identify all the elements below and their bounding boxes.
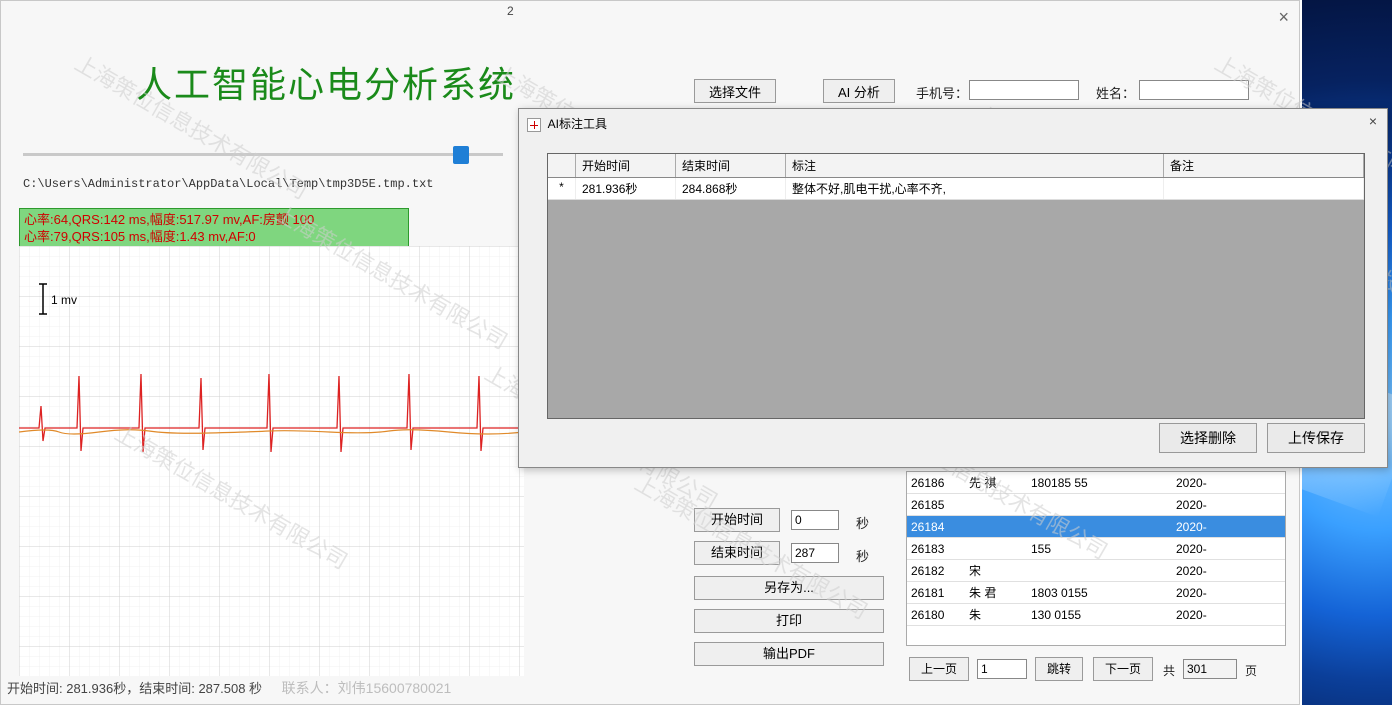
cell-end: 284.868秒 — [676, 178, 786, 199]
close-icon[interactable]: × — [1369, 113, 1377, 129]
cell-date: 2020- — [1172, 520, 1285, 534]
upload-save-button[interactable]: 上传保存 — [1267, 423, 1365, 453]
grid-header: 开始时间 结束时间 标注 备注 — [548, 154, 1364, 178]
delete-selected-button[interactable]: 选择删除 — [1159, 423, 1257, 453]
table-row[interactable]: 26183 1552020- — [907, 538, 1285, 560]
cell-id: 26186 — [907, 476, 965, 490]
grid-row[interactable]: * 281.936秒 284.868秒 整体不好,肌电干扰,心率不齐, — [548, 178, 1364, 200]
cell-date: 2020- — [1172, 498, 1285, 512]
page-suffix: 页 — [1245, 662, 1257, 679]
cell-id: 26182 — [907, 564, 965, 578]
annotation-grid[interactable]: 开始时间 结束时间 标注 备注 * 281.936秒 284.868秒 整体不好… — [547, 153, 1365, 419]
cell-annotation: 整体不好,肌电干扰,心率不齐, — [786, 178, 1164, 199]
start-time-input[interactable] — [791, 510, 839, 530]
ecg-metrics-box: 心率:64,QRS:142 ms,幅度:517.97 mv,AF:房颤 100 … — [19, 208, 409, 248]
select-file-button[interactable]: 选择文件 — [694, 79, 776, 103]
time-slider[interactable] — [23, 146, 503, 164]
cell-name: 先 祺 — [965, 474, 1027, 491]
cell-date: 2020- — [1172, 476, 1285, 490]
annotation-dialog: AI标注工具 × 开始时间 结束时间 标注 备注 * 281.936秒 284.… — [518, 108, 1388, 468]
cell-name: 宋 — [965, 562, 1027, 579]
cell-id: 26181 — [907, 586, 965, 600]
cell-phone: 180185 55 — [1027, 476, 1172, 490]
footer-status: 开始时间: 281.936秒，结束时间: 287.508 秒 联系人：刘伟156… — [7, 678, 451, 698]
cell-remark — [1164, 178, 1364, 199]
sec-label: 秒 — [856, 513, 869, 532]
ai-analyze-button[interactable]: AI 分析 — [823, 79, 895, 103]
ecg-plot: 1 mv — [19, 246, 524, 676]
cell-phone: 1803 0155 — [1027, 586, 1172, 600]
total-pages — [1183, 659, 1237, 679]
cell-date: 2020- — [1172, 542, 1285, 556]
total-label: 共 — [1163, 662, 1175, 679]
app-icon — [527, 118, 541, 132]
footer-time: 开始时间: 281.936秒，结束时间: 287.508 秒 — [7, 681, 262, 696]
cell-id: 26185 — [907, 498, 965, 512]
cell-start: 281.936秒 — [576, 178, 676, 199]
file-path-label: C:\Users\Administrator\AppData\Local\Tem… — [23, 177, 433, 191]
col-annotation[interactable]: 标注 — [786, 154, 1164, 177]
cell-phone: 155 — [1027, 542, 1172, 556]
cell-id: 26183 — [907, 542, 965, 556]
cell-date: 2020- — [1172, 608, 1285, 622]
phone-label: 手机号： — [916, 83, 968, 102]
col-end[interactable]: 结束时间 — [676, 154, 786, 177]
app-title: 人工智能心电分析系统 — [136, 56, 516, 108]
name-label: 姓名： — [1096, 83, 1135, 102]
cell-name: 朱 — [965, 606, 1027, 623]
close-icon[interactable]: × — [1278, 7, 1289, 28]
ecg-metric-line: 心率:64,QRS:142 ms,幅度:517.97 mv,AF:房颤 100 — [24, 211, 404, 228]
pdf-button[interactable]: 输出PDF — [694, 642, 884, 666]
records-table[interactable]: 26186先 祺180185 552020-261852020-26184202… — [906, 471, 1286, 646]
table-row[interactable]: 26181朱 君1803 01552020- — [907, 582, 1285, 604]
phone-input[interactable] — [969, 80, 1079, 100]
cell-date: 2020- — [1172, 586, 1285, 600]
table-row[interactable]: 26182宋 2020- — [907, 560, 1285, 582]
sec-label: 秒 — [856, 546, 869, 565]
table-row[interactable]: 26184 2020- — [907, 516, 1285, 538]
name-input[interactable] — [1139, 80, 1249, 100]
cell-name: 朱 君 — [965, 584, 1027, 601]
prev-page-button[interactable]: 上一页 — [909, 657, 969, 681]
col-remark[interactable]: 备注 — [1164, 154, 1364, 177]
cell-phone: 130 0155 — [1027, 608, 1172, 622]
jump-button[interactable]: 跳转 — [1035, 657, 1083, 681]
print-button[interactable]: 打印 — [694, 609, 884, 633]
col-start[interactable]: 开始时间 — [576, 154, 676, 177]
end-time-input[interactable] — [791, 543, 839, 563]
table-row[interactable]: 26186先 祺180185 552020- — [907, 472, 1285, 494]
page-input[interactable] — [977, 659, 1027, 679]
table-row[interactable]: 26180朱130 01552020- — [907, 604, 1285, 626]
cell-id: 26180 — [907, 608, 965, 622]
ecg-metric-line: 心率:79,QRS:105 ms,幅度:1.43 mv,AF:0 — [24, 228, 404, 245]
svg-text:1 mv: 1 mv — [51, 293, 77, 307]
slider-end-label: 2 — [507, 4, 514, 18]
cell-date: 2020- — [1172, 564, 1285, 578]
slider-thumb[interactable] — [453, 146, 469, 164]
table-row[interactable]: 26185 2020- — [907, 494, 1285, 516]
end-time-label: 结束时间 — [694, 541, 780, 565]
next-page-button[interactable]: 下一页 — [1093, 657, 1153, 681]
saveas-button[interactable]: 另存为... — [694, 576, 884, 600]
cell-id: 26184 — [907, 520, 965, 534]
dialog-title: AI标注工具 — [527, 115, 607, 132]
footer-contact: 联系人：刘伟15600780021 — [282, 680, 452, 696]
slider-track — [23, 153, 503, 156]
start-time-label: 开始时间 — [694, 508, 780, 532]
